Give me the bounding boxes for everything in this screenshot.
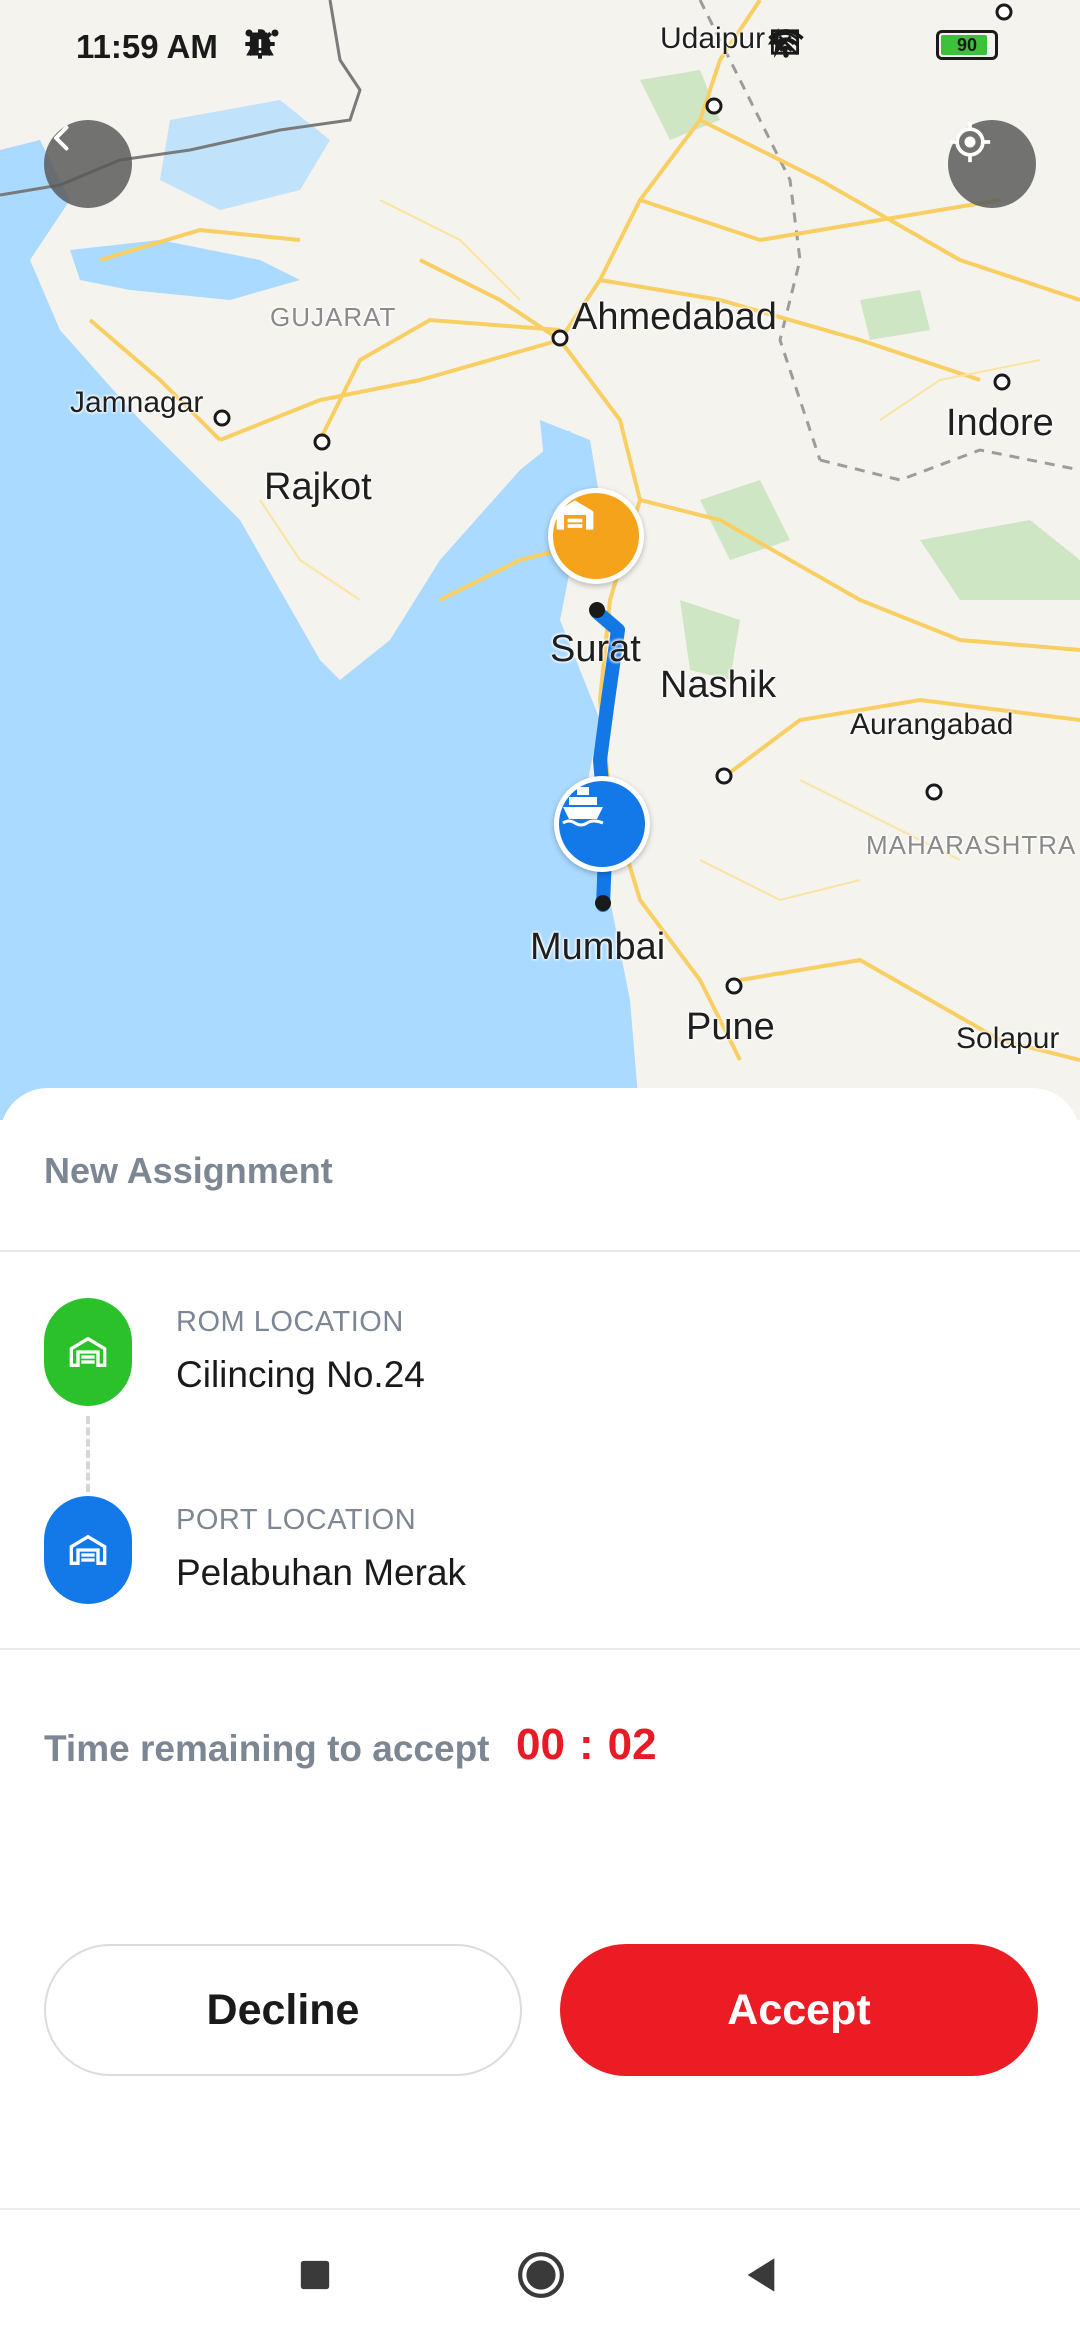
warning-icon: [246, 28, 382, 62]
map-label-mumbai: Mumbai: [530, 926, 666, 968]
trash-icon: [248, 28, 330, 62]
map-label-indore: Indore: [946, 402, 1054, 444]
route-connector: [86, 1416, 90, 1492]
battery-level: 90: [956, 35, 978, 55]
battery-icon: 90: [936, 30, 998, 60]
decline-button[interactable]: Decline: [44, 1944, 522, 2076]
recent-apps-icon: [300, 2260, 330, 2290]
warehouse-icon: [556, 500, 594, 530]
divider: [0, 1250, 1080, 1252]
back-icon: [747, 2258, 775, 2292]
map-label-nashik: Nashik: [660, 664, 777, 706]
port-location-icon: [44, 1496, 132, 1604]
recent-apps-button[interactable]: [280, 2240, 350, 2310]
my-location-button[interactable]: [948, 120, 1036, 208]
map-label-surat: Surat: [550, 628, 641, 670]
divider: [0, 1648, 1080, 1650]
timer-label: Time remaining to accept: [44, 1728, 490, 1769]
rom-location-value: Cilincing No.24: [176, 1354, 425, 1395]
status-bar: 11:59 AM 90: [0, 0, 1080, 96]
map-label-gujarat: GUJARAT: [270, 302, 397, 332]
warehouse-icon: [69, 1336, 107, 1367]
crosshair-icon: [949, 121, 991, 163]
map-label-ahmedabad: Ahmedabad: [572, 296, 777, 338]
map-label-aurangabad: Aurangabad: [850, 708, 1014, 741]
assignment-sheet: New Assignment ROM LOCATION Cilincing No…: [0, 1088, 1080, 2208]
status-time: 11:59 AM: [76, 28, 218, 65]
port-location-label: PORT LOCATION: [176, 1504, 417, 1536]
map-label-jamnagar: Jamnagar: [70, 386, 204, 419]
chevron-left-icon: [54, 125, 69, 151]
wifi-icon: [768, 28, 914, 62]
ship-icon: [562, 787, 604, 827]
timer-seconds: 02: [607, 1720, 657, 1769]
system-nav-bar: [0, 2208, 1080, 2340]
rom-location-icon: [44, 1298, 132, 1406]
timer-minutes: 00: [516, 1720, 565, 1769]
map-label-maharashtra: MAHARASHTRA: [866, 830, 1077, 860]
countdown-timer: 00 : 02: [516, 1720, 657, 1770]
map-label-solapur: Solapur: [956, 1022, 1060, 1055]
timer-separator: :: [578, 1720, 594, 1769]
nav-back-button[interactable]: [726, 2240, 796, 2310]
map-view[interactable]: Udaipur GUJARAT Ahmedabad Jamnagar Indor…: [0, 0, 1080, 1120]
rom-location-marker[interactable]: [548, 488, 644, 584]
charging-icon: [768, 28, 1040, 62]
sheet-title: New Assignment: [44, 1150, 333, 1191]
home-button[interactable]: [506, 2240, 576, 2310]
accept-button[interactable]: Accept: [560, 1944, 1038, 2076]
rom-location-label: ROM LOCATION: [176, 1306, 404, 1338]
port-location-marker[interactable]: [554, 776, 650, 872]
map-label-rajkot: Rajkot: [264, 466, 372, 508]
port-location-value: Pelabuhan Merak: [176, 1552, 467, 1593]
sim-off-icon: [771, 28, 858, 62]
map-label-pune: Pune: [686, 1006, 775, 1048]
home-icon: [518, 2252, 564, 2298]
more-icon: [245, 28, 434, 62]
warehouse-icon: [69, 1534, 107, 1565]
back-button[interactable]: [44, 120, 132, 208]
